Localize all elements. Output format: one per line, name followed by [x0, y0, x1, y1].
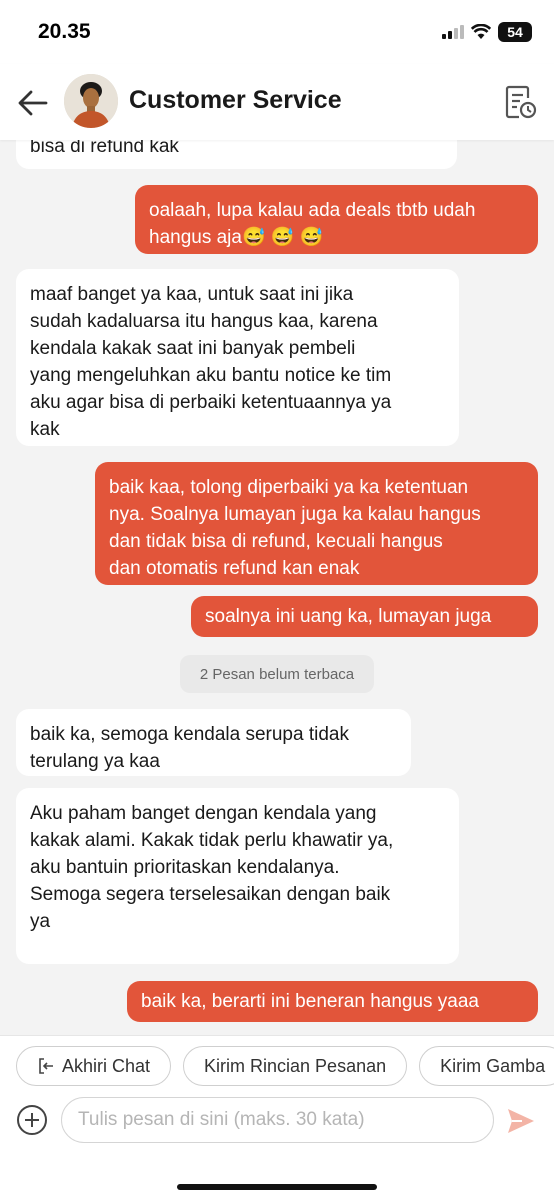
exit-icon — [39, 1058, 53, 1074]
arrow-left-icon[interactable] — [14, 84, 52, 122]
send-order-details-button[interactable]: Kirim Rincian Pesanan — [183, 1046, 408, 1086]
status-bar: 20.35 54 — [0, 0, 554, 64]
incoming-message: bisa di refund kak — [16, 140, 457, 169]
end-chat-button[interactable]: Akhiri Chat — [16, 1046, 172, 1086]
send-icon[interactable] — [506, 1106, 536, 1136]
agent-portrait — [64, 74, 118, 128]
status-icons: 54 — [442, 22, 532, 42]
incoming-message: maaf banget ya kaa, untuk saat ini jika … — [16, 269, 459, 446]
outgoing-message: soalnya ini uang ka, lumayan juga — [191, 596, 538, 637]
wifi-icon — [471, 24, 491, 39]
avatar[interactable] — [64, 74, 118, 128]
outgoing-message: baik kaa, tolong diperbaiki ya ka ketent… — [95, 462, 538, 585]
home-indicator — [177, 1184, 377, 1190]
unread-messages-divider: 2 Pesan belum terbaca — [180, 655, 374, 693]
end-chat-label: Akhiri Chat — [62, 1055, 151, 1076]
composer-area: Akhiri Chat Kirim Rincian Pesanan Kirim … — [0, 1035, 554, 1200]
outgoing-message: oalaah, lupa kalau ada deals tbtb udah h… — [135, 185, 538, 254]
incoming-message: Aku paham banget dengan kendala yang kak… — [16, 788, 459, 964]
page-title: Customer Service — [129, 86, 342, 114]
send-order-details-label: Kirim Rincian Pesanan — [204, 1055, 387, 1076]
send-image-label: Kirim Gamba — [440, 1055, 546, 1076]
message-input[interactable] — [61, 1097, 494, 1143]
chat-messages[interactable]: bisa di refund kak oalaah, lupa kalau ad… — [0, 140, 554, 1035]
outgoing-message: baik ka, berarti ini beneran hangus yaaa — [127, 981, 538, 1022]
send-image-button[interactable]: Kirim Gamba — [419, 1046, 554, 1086]
plus-circle-icon[interactable] — [16, 1104, 48, 1136]
signal-icon — [442, 25, 464, 39]
document-clock-icon[interactable] — [500, 82, 540, 122]
battery-indicator: 54 — [498, 22, 532, 42]
chat-header: Customer Service — [0, 64, 554, 140]
status-time: 20.35 — [38, 20, 91, 43]
incoming-message: baik ka, semoga kendala serupa tidak ter… — [16, 709, 411, 776]
quick-actions: Akhiri Chat Kirim Rincian Pesanan Kirim … — [16, 1046, 554, 1086]
